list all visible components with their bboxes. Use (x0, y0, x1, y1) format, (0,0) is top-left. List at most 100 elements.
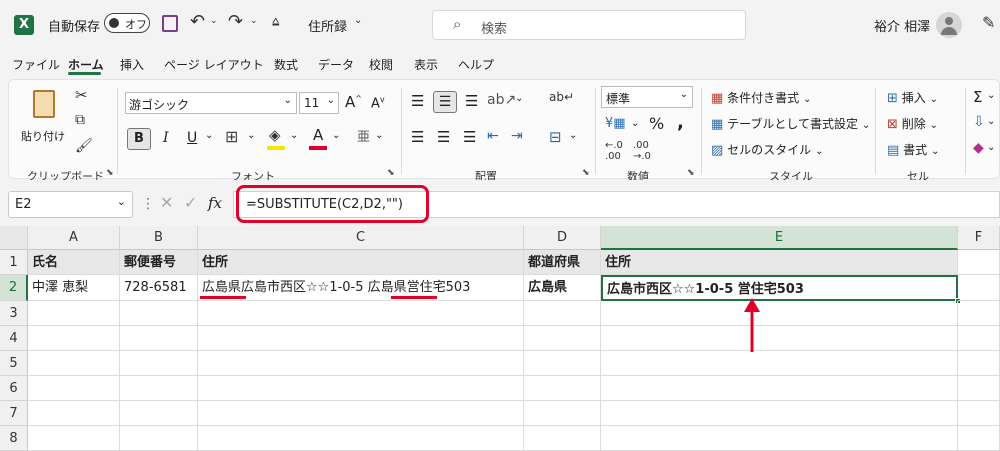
decrease-indent-icon[interactable]: ⇤ (487, 128, 499, 144)
decrease-decimal-icon[interactable]: .00 →.0 (633, 140, 651, 162)
empty-row[interactable] (120, 376, 198, 401)
cell-e1[interactable]: 住所 (601, 250, 958, 275)
enter-icon[interactable]: ✓ (184, 193, 197, 212)
cell-d2[interactable]: 広島県 (524, 275, 601, 301)
empty-row[interactable] (524, 326, 601, 351)
fill-color-icon[interactable]: ◈ (269, 126, 281, 144)
row-header-8[interactable]: 8 (0, 426, 28, 451)
cell-c1[interactable]: 住所 (198, 250, 524, 275)
empty-row[interactable] (120, 401, 198, 426)
empty-row[interactable] (958, 376, 1000, 401)
chevron-down-icon[interactable]: ⌄ (354, 15, 362, 26)
decrease-font-icon[interactable]: Av (371, 95, 385, 111)
chevron-down-icon[interactable]: ⌄ (631, 118, 639, 129)
tab-insert[interactable]: 挿入 (120, 56, 144, 73)
empty-row[interactable] (601, 326, 958, 351)
delete-cells-button[interactable]: ⊠ 削除 ⌄ (887, 115, 938, 132)
column-header-b[interactable]: B (120, 226, 198, 250)
empty-row[interactable] (28, 326, 120, 351)
autosave-toggle[interactable]: オフ (104, 13, 150, 33)
empty-row[interactable] (601, 376, 958, 401)
cell-f1[interactable] (958, 250, 1000, 275)
copy-icon[interactable]: ⧉ (75, 112, 85, 128)
select-all-corner[interactable] (0, 226, 28, 250)
empty-row[interactable] (28, 401, 120, 426)
paste-button[interactable]: 貼り付け (19, 86, 71, 146)
dialog-launcher-icon[interactable]: ⬊ (582, 168, 590, 178)
empty-row[interactable] (120, 326, 198, 351)
orientation-icon[interactable]: ab↗ (487, 92, 516, 108)
chevron-down-icon[interactable]: ⌄ (290, 130, 298, 141)
dialog-launcher-icon[interactable]: ⬊ (387, 168, 395, 178)
insert-function-icon[interactable]: fx (208, 194, 222, 212)
font-name-select[interactable]: 游ゴシック ⌄ (125, 92, 297, 114)
empty-row[interactable] (28, 301, 120, 326)
tab-review[interactable]: 校閲 (369, 56, 393, 73)
empty-row[interactable] (524, 351, 601, 376)
column-header-e[interactable]: E (601, 226, 958, 250)
empty-row[interactable] (120, 426, 198, 451)
chevron-down-icon[interactable]: ⌄ (569, 130, 577, 141)
chevron-down-icon[interactable]: ⌄ (332, 130, 340, 141)
bold-button[interactable]: B (127, 128, 151, 150)
align-center-icon[interactable]: ☰ (437, 128, 450, 146)
tab-file[interactable]: ファイル (12, 56, 60, 73)
empty-row[interactable] (28, 351, 120, 376)
empty-row[interactable] (198, 376, 524, 401)
empty-row[interactable] (524, 401, 601, 426)
chevron-down-icon[interactable]: ⌄ (987, 116, 995, 127)
pen-icon[interactable]: ✎ (982, 13, 995, 32)
empty-row[interactable] (28, 376, 120, 401)
empty-row[interactable] (524, 301, 601, 326)
align-left-icon[interactable]: ☰ (411, 128, 424, 146)
cell-styles-button[interactable]: ▨ セルのスタイル ⌄ (711, 141, 823, 158)
empty-row[interactable] (198, 426, 524, 451)
empty-row[interactable] (958, 326, 1000, 351)
empty-row[interactable] (601, 401, 958, 426)
underline-button[interactable]: U (187, 130, 197, 146)
empty-row[interactable] (198, 301, 524, 326)
conditional-formatting-button[interactable]: ▦ 条件付き書式 ⌄ (711, 89, 811, 106)
wrap-text-icon[interactable]: ab↵ (549, 90, 574, 104)
increase-indent-icon[interactable]: ⇥ (511, 128, 523, 144)
save-icon[interactable] (162, 15, 178, 32)
row-header-6[interactable]: 6 (0, 376, 28, 401)
empty-row[interactable] (198, 326, 524, 351)
number-format-select[interactable]: 標準 ⌄ (601, 86, 693, 108)
empty-row[interactable] (958, 301, 1000, 326)
undo-icon[interactable]: ↶ (190, 11, 205, 32)
cell-a2[interactable]: 中澤 恵梨 (28, 275, 120, 301)
cell-b2[interactable]: 728-6581 (120, 275, 198, 301)
row-header-1[interactable]: 1 (0, 250, 28, 275)
chevron-down-icon[interactable]: ⌄ (205, 130, 213, 141)
empty-row[interactable] (958, 426, 1000, 451)
autosum-icon[interactable]: Σ (973, 88, 982, 106)
clear-icon[interactable]: ◆ (973, 140, 984, 156)
tab-home[interactable]: ホーム (68, 56, 104, 73)
customize-toolbar-icon[interactable]: ⩠ (272, 14, 279, 29)
row-header-7[interactable]: 7 (0, 401, 28, 426)
align-middle-button[interactable]: ☰ (433, 91, 457, 113)
empty-row[interactable] (601, 301, 958, 326)
search-box[interactable]: ⌕ 検索 (432, 10, 746, 40)
tab-view[interactable]: 表示 (414, 56, 438, 73)
font-color-icon[interactable]: A (313, 126, 323, 144)
empty-row[interactable] (524, 426, 601, 451)
more-options-icon[interactable]: ⋮ (141, 196, 155, 212)
increase-decimal-icon[interactable]: ←.0.00 (605, 140, 623, 162)
empty-row[interactable] (198, 401, 524, 426)
borders-icon[interactable]: ⊞ (225, 127, 238, 146)
chevron-down-icon[interactable]: ⌄ (515, 93, 523, 104)
insert-cells-button[interactable]: ⊞ 挿入 ⌄ (887, 89, 938, 106)
chevron-down-icon[interactable]: ⌄ (210, 16, 218, 26)
tab-data[interactable]: データ (318, 56, 354, 73)
align-top-icon[interactable]: ☰ (411, 92, 424, 110)
row-header-3[interactable]: 3 (0, 301, 28, 326)
tab-help[interactable]: ヘルプ (458, 56, 494, 73)
column-header-a[interactable]: A (28, 226, 120, 250)
empty-row[interactable] (958, 401, 1000, 426)
percent-icon[interactable]: % (649, 114, 664, 133)
column-header-c[interactable]: C (198, 226, 524, 250)
column-header-f[interactable]: F (958, 226, 1000, 250)
name-box[interactable]: E2 ⌄ (8, 191, 133, 218)
